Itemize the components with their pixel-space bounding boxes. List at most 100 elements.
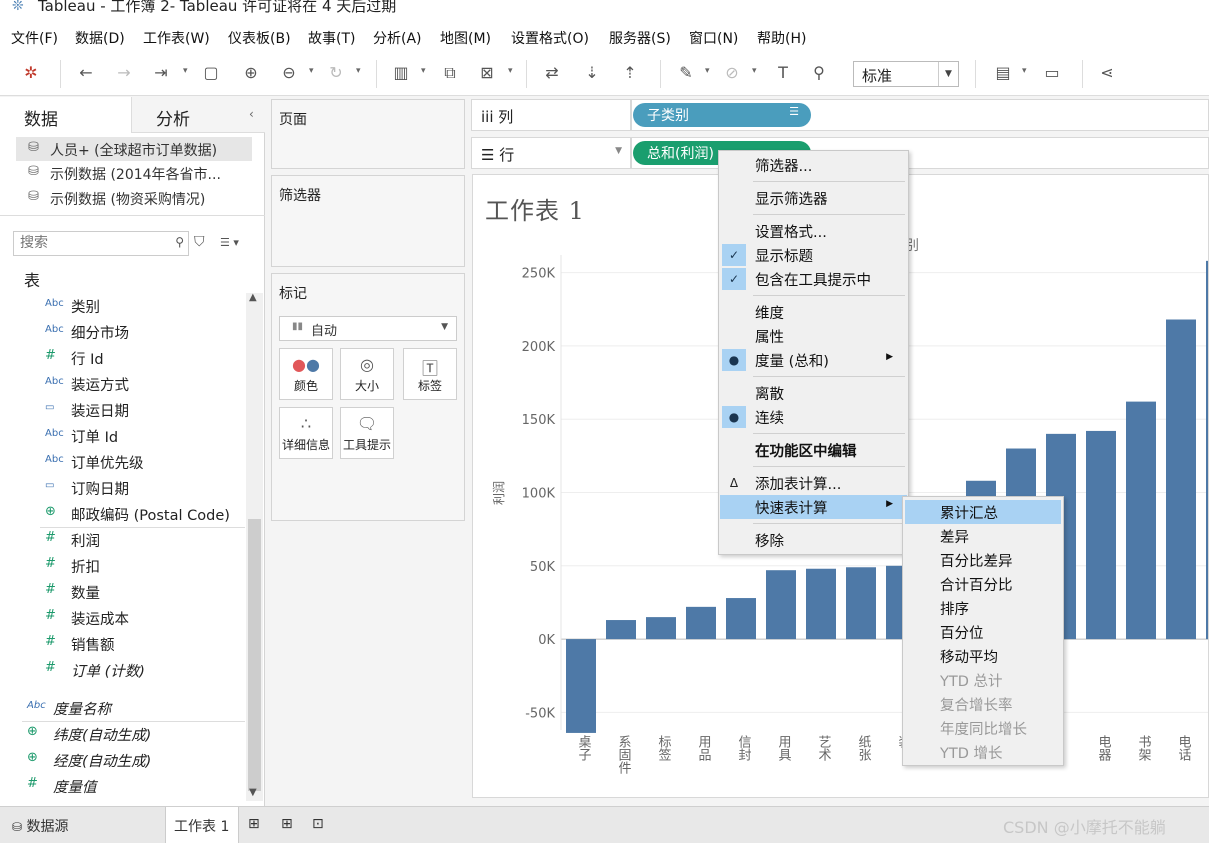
filters-card[interactable]: 筛选器 bbox=[271, 175, 465, 267]
pages-card[interactable]: 页面 bbox=[271, 99, 465, 169]
menu-story[interactable]: 故事(T) bbox=[308, 28, 355, 48]
save-icon[interactable]: ▢ bbox=[200, 62, 222, 84]
new-datasource-icon[interactable]: ⊕ bbox=[240, 62, 262, 84]
field-item[interactable]: # 行 Id bbox=[0, 345, 245, 371]
columns-pill[interactable]: 子类别 ☰ bbox=[633, 103, 811, 127]
field-item[interactable]: # 数量 bbox=[0, 579, 245, 605]
field-item[interactable]: ⊕ 纬度(自动生成) bbox=[0, 721, 245, 747]
context-menu-item[interactable]: 快速表计算 ▶ bbox=[720, 495, 907, 519]
field-item[interactable]: Abc 度量名称 bbox=[0, 695, 245, 721]
menu-window[interactable]: 窗口(N) bbox=[689, 28, 738, 48]
show-me-icon[interactable]: ▤ bbox=[992, 62, 1014, 84]
datasource-item[interactable]: ⛁ 人员+ (全球超市订单数据) bbox=[16, 137, 252, 161]
new-worksheet-icon[interactable]: ▥ bbox=[390, 62, 412, 84]
sheet-tab[interactable]: 工作表 1 bbox=[165, 807, 239, 843]
quick-calc-item[interactable]: 累计汇总 bbox=[905, 500, 1061, 524]
search-icon[interactable]: ⚲ bbox=[175, 235, 184, 249]
menu-worksheet[interactable]: 工作表(W) bbox=[143, 28, 210, 48]
filter-icon[interactable]: ⛉ bbox=[194, 234, 205, 250]
datasource-item[interactable]: ⛁ 示例数据 (物资采购情况) bbox=[16, 186, 252, 210]
field-item[interactable]: # 销售额 bbox=[0, 631, 245, 657]
view-options-icon[interactable]: ☰ ▾ bbox=[220, 236, 239, 249]
field-item[interactable]: ⊕ 经度(自动生成) bbox=[0, 747, 245, 773]
context-menu-item[interactable]: 显示筛选器 bbox=[720, 186, 907, 210]
field-item[interactable]: Abc 装运方式 bbox=[0, 371, 245, 397]
quick-calc-item[interactable]: 百分位 bbox=[905, 620, 1061, 644]
context-menu-item[interactable]: 属性 bbox=[720, 324, 907, 348]
detail-button[interactable]: ∴ 详细信息 bbox=[279, 407, 333, 459]
quick-calc-item[interactable]: 差异 bbox=[905, 524, 1061, 548]
quick-calc-item[interactable]: 排序 bbox=[905, 596, 1061, 620]
size-button[interactable]: ◎ 大小 bbox=[340, 348, 394, 400]
field-item[interactable]: # 度量值 bbox=[0, 773, 245, 799]
field-item[interactable]: # 折扣 bbox=[0, 553, 245, 579]
context-menu-item[interactable]: ✓ 显示标题 bbox=[720, 243, 907, 267]
collapse-pane-icon[interactable]: ‹ bbox=[249, 107, 254, 121]
field-item[interactable]: # 订单 (计数) bbox=[0, 657, 245, 683]
share-icon[interactable]: ⋖ bbox=[1096, 62, 1118, 84]
field-item[interactable]: Abc 类别 bbox=[0, 293, 245, 319]
menu-file[interactable]: 文件(F) bbox=[11, 28, 58, 48]
new-dashboard-icon[interactable]: ⊞ bbox=[281, 816, 293, 832]
quick-calc-item[interactable]: 合计百分比 bbox=[905, 572, 1061, 596]
datasource-item[interactable]: ⛁ 示例数据 (2014年各省市... bbox=[16, 161, 252, 185]
sort-ascending-icon[interactable]: ⇣ bbox=[581, 62, 603, 84]
context-menu-item[interactable]: 维度 bbox=[720, 300, 907, 324]
fit-mode-select[interactable]: 标准 ▼ bbox=[853, 61, 959, 87]
label-button[interactable]: 🅃 标签 bbox=[403, 348, 457, 400]
menu-format[interactable]: 设置格式(O) bbox=[511, 28, 589, 48]
replay-icon[interactable]: ⇥ bbox=[150, 62, 172, 84]
quick-calc-item[interactable]: 百分比差异 bbox=[905, 548, 1061, 572]
field-item[interactable]: Abc 细分市场 bbox=[0, 319, 245, 345]
field-item[interactable]: ⊕ 邮政编码 (Postal Code) bbox=[0, 501, 245, 527]
menu-help[interactable]: 帮助(H) bbox=[757, 28, 806, 48]
swap-rows-columns-icon[interactable]: ⇄ bbox=[541, 62, 563, 84]
refresh-icon[interactable]: ↻ bbox=[325, 62, 347, 84]
color-button[interactable]: ●● 颜色 bbox=[279, 348, 333, 400]
redo-icon[interactable]: → bbox=[113, 62, 135, 84]
tableau-home-icon[interactable]: ✲ bbox=[20, 62, 42, 84]
pause-updates-icon[interactable]: ⊖ bbox=[278, 62, 300, 84]
context-menu-item[interactable]: ✓ 包含在工具提示中 bbox=[720, 267, 907, 291]
tab-analysis[interactable]: 分析 bbox=[131, 97, 265, 133]
tooltip-button[interactable]: 🗨 工具提示 bbox=[340, 407, 394, 459]
context-menu-item[interactable]: 设置格式... bbox=[720, 219, 907, 243]
field-item[interactable]: Abc 订单 Id bbox=[0, 423, 245, 449]
undo-icon[interactable]: ← bbox=[75, 62, 97, 84]
field-list-scrollbar[interactable]: ▲ ▼ bbox=[246, 292, 263, 801]
context-menu-item[interactable]: 离散 bbox=[720, 381, 907, 405]
sort-descending-icon[interactable]: ⇡ bbox=[619, 62, 641, 84]
menu-analysis[interactable]: 分析(A) bbox=[373, 28, 422, 48]
group-members-icon[interactable]: ⊘ bbox=[721, 62, 743, 84]
fix-axes-icon[interactable]: ⚲ bbox=[808, 62, 830, 84]
field-item[interactable]: ▭ 订购日期 bbox=[0, 475, 245, 501]
search-input[interactable] bbox=[14, 232, 164, 254]
show-mark-labels-icon[interactable]: T bbox=[772, 62, 794, 84]
mark-type-select[interactable]: ▮▮ 自动 ▼ bbox=[279, 316, 457, 341]
context-menu-item[interactable]: 移除 bbox=[720, 528, 907, 552]
quick-calc-item[interactable]: 移动平均 bbox=[905, 644, 1061, 668]
new-story-icon[interactable]: ⊡ bbox=[312, 816, 324, 832]
context-menu-item[interactable]: 在功能区中编辑 bbox=[720, 438, 907, 462]
datasource-tab[interactable]: ⛁ 数据源 bbox=[12, 816, 69, 836]
highlight-icon[interactable]: ✎ bbox=[675, 62, 697, 84]
clear-sheet-icon[interactable]: ⊠ bbox=[476, 62, 498, 84]
field-item[interactable]: ▭ 装运日期 bbox=[0, 397, 245, 423]
abc-type-icon: Abc bbox=[45, 376, 64, 387]
field-item[interactable]: Abc 订单优先级 bbox=[0, 449, 245, 475]
menu-dashboard[interactable]: 仪表板(B) bbox=[228, 28, 291, 48]
menu-map[interactable]: 地图(M) bbox=[440, 28, 491, 48]
presentation-mode-icon[interactable]: ▭ bbox=[1041, 62, 1063, 84]
context-menu-item[interactable]: 筛选器... bbox=[720, 153, 907, 177]
number-type-icon: # bbox=[45, 556, 56, 571]
duplicate-sheet-icon[interactable]: ⧉ bbox=[439, 62, 461, 84]
menu-server[interactable]: 服务器(S) bbox=[609, 28, 671, 48]
context-menu-item[interactable]: ● 连续 bbox=[720, 405, 907, 429]
field-item[interactable]: # 利润 bbox=[0, 527, 245, 553]
tab-data[interactable]: 数据 bbox=[0, 97, 131, 133]
menu-data[interactable]: 数据(D) bbox=[75, 28, 125, 48]
context-menu-item[interactable]: ● 度量 (总和) ▶ bbox=[720, 348, 907, 372]
new-worksheet-icon[interactable]: ⊞ bbox=[248, 816, 260, 832]
field-item[interactable]: # 装运成本 bbox=[0, 605, 245, 631]
context-menu-item[interactable]: Δ 添加表计算... bbox=[720, 471, 907, 495]
